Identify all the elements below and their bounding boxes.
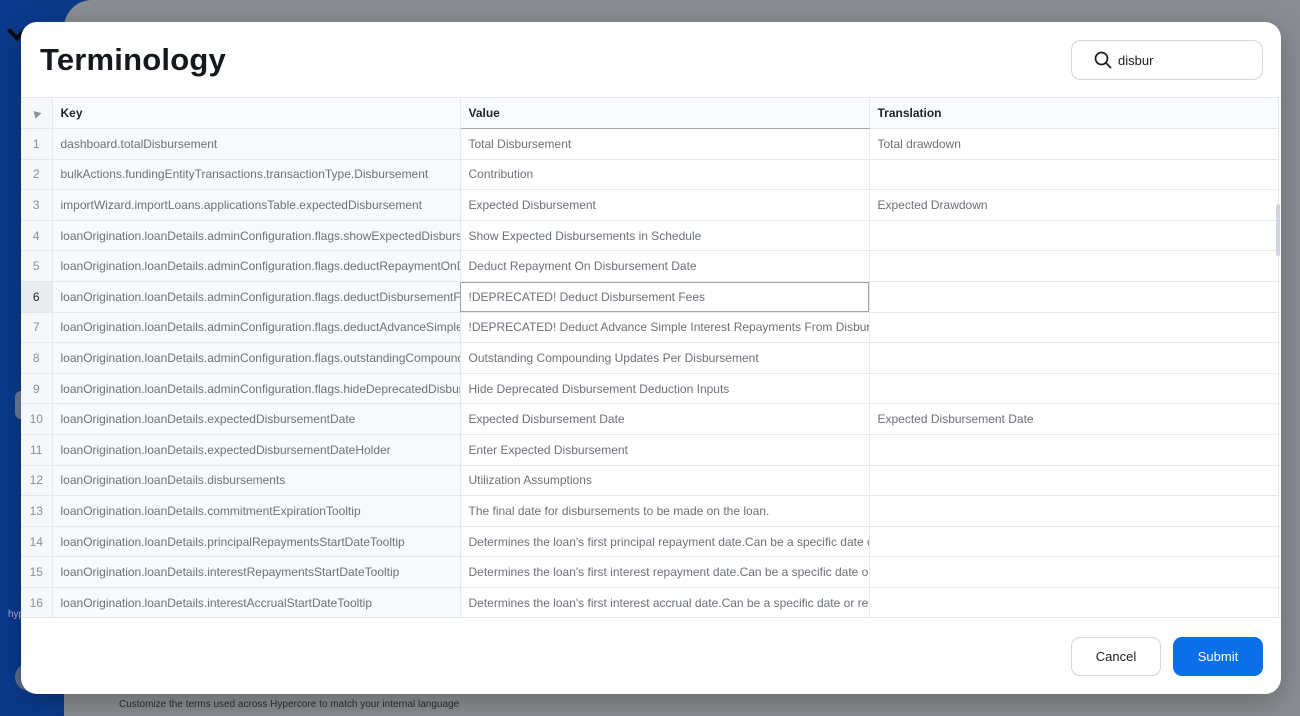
value-cell[interactable]: Show Expected Disbursements in Schedule <box>460 220 870 252</box>
key-cell[interactable]: importWizard.importLoans.applicationsTab… <box>52 189 461 221</box>
table-row[interactable]: 13 loanOrigination.loanDetails.commitment… <box>21 495 1279 527</box>
key-cell[interactable]: loanOrigination.loanDetails.expectedDisb… <box>52 403 461 436</box>
column-header-translation[interactable]: Translation <box>869 98 1279 130</box>
value-cell[interactable]: Determines the loan's first principal re… <box>460 526 870 558</box>
row-number-cell: 8 <box>21 342 53 374</box>
translation-cell[interactable] <box>869 250 1279 283</box>
value-cell[interactable]: Contribution <box>460 159 870 191</box>
search-icon <box>1094 51 1112 69</box>
table-row[interactable]: 6 loanOrigination.loanDetails.adminConfig… <box>21 281 1279 313</box>
translation-cell[interactable] <box>869 556 1279 588</box>
table-row[interactable]: 3 importWizard.importLoans.applicationsTa… <box>21 189 1279 221</box>
row-number-cell: 12 <box>21 465 53 497</box>
value-cell[interactable]: Outstanding Compounding Updates Per Disb… <box>460 342 870 374</box>
translation-cell[interactable]: Total drawdown <box>869 128 1279 160</box>
key-cell[interactable]: loanOrigination.loanDetails.adminConfigu… <box>52 250 461 283</box>
value-cell[interactable]: Determines the loan's first interest rep… <box>460 556 870 588</box>
table-row[interactable]: 4 loanOrigination.loanDetails.adminConfig… <box>21 220 1279 252</box>
key-cell[interactable]: loanOrigination.loanDetails.expectedDisb… <box>52 434 461 466</box>
table-row[interactable]: 1 dashboard.totalDisbursement Total Disbur… <box>21 128 1279 160</box>
translation-cell[interactable] <box>869 159 1279 191</box>
value-cell[interactable]: Total Disbursement <box>460 128 870 160</box>
terminology-table: Key Value Translation 1 dashboard.totalDi… <box>21 98 1279 617</box>
row-number-cell: 5 <box>21 250 53 283</box>
key-cell[interactable]: loanOrigination.loanDetails.interestAccr… <box>52 587 461 617</box>
value-cell[interactable]: Hide Deprecated Disbursement Deduction I… <box>460 373 870 405</box>
translation-cell[interactable] <box>869 220 1279 252</box>
terminology-grid: Key Value Translation 1 dashboard.totalDi… <box>21 97 1281 618</box>
table-row[interactable]: 12 loanOrigination.loanDetails.disburseme… <box>21 465 1279 497</box>
row-number-cell: 6 <box>21 281 53 313</box>
row-number-cell: 11 <box>21 434 53 466</box>
row-number-cell: 15 <box>21 556 53 588</box>
translation-cell[interactable] <box>869 312 1279 344</box>
translation-cell[interactable]: Expected Drawdown <box>869 189 1279 221</box>
row-number-cell: 7 <box>21 312 53 344</box>
translation-cell[interactable] <box>869 434 1279 466</box>
table-row[interactable]: 10 loanOrigination.loanDetails.expectedDi… <box>21 403 1279 436</box>
translation-cell[interactable]: Expected Disbursement Date <box>869 403 1279 436</box>
value-cell[interactable]: !DEPRECATED! Deduct Disbursement Fees <box>460 281 870 313</box>
grid-scrollbar[interactable] <box>1276 204 1280 256</box>
search-input[interactable] <box>1118 52 1258 68</box>
key-cell[interactable]: loanOrigination.loanDetails.adminConfigu… <box>52 312 461 344</box>
translation-cell[interactable] <box>869 587 1279 617</box>
key-cell[interactable]: dashboard.totalDisbursement <box>52 128 461 160</box>
translation-cell[interactable] <box>869 373 1279 405</box>
key-cell[interactable]: loanOrigination.loanDetails.adminConfigu… <box>52 220 461 252</box>
row-number-cell: 9 <box>21 373 53 405</box>
translation-cell[interactable] <box>869 495 1279 527</box>
terminology-modal: Terminology Key Value Translation 1dashb… <box>21 22 1281 694</box>
value-cell[interactable]: Expected Disbursement <box>460 189 870 221</box>
table-row[interactable]: 15 loanOrigination.loanDetails.interestRe… <box>21 556 1279 588</box>
value-cell[interactable]: Utilization Assumptions <box>460 465 870 497</box>
value-cell[interactable]: Deduct Repayment On Disbursement Date <box>460 250 870 283</box>
column-header-value[interactable]: Value <box>460 98 870 130</box>
translation-cell[interactable] <box>869 465 1279 497</box>
value-cell[interactable]: Enter Expected Disbursement <box>460 434 870 466</box>
table-row[interactable]: 2 bulkActions.fundingEntityTransactions.t… <box>21 159 1279 191</box>
table-row[interactable]: 14 loanOrigination.loanDetails.principalR… <box>21 526 1279 558</box>
submit-button[interactable]: Submit <box>1173 637 1263 676</box>
value-cell[interactable]: Determines the loan's first interest acc… <box>460 587 870 617</box>
sort-triangle-icon <box>30 108 42 119</box>
table-header-row: Key Value Translation <box>21 98 1279 130</box>
translation-cell[interactable] <box>869 342 1279 374</box>
cancel-button[interactable]: Cancel <box>1071 637 1161 676</box>
page-description: Customize the terms used across Hypercor… <box>119 699 460 710</box>
row-number-cell: 16 <box>21 587 53 617</box>
row-number-cell: 4 <box>21 220 53 252</box>
key-cell[interactable]: loanOrigination.loanDetails.adminConfigu… <box>52 281 461 313</box>
key-cell[interactable]: loanOrigination.loanDetails.interestRepa… <box>52 556 461 588</box>
search-box[interactable] <box>1071 40 1263 80</box>
column-header-key[interactable]: Key <box>52 98 461 130</box>
value-cell[interactable]: !DEPRECATED! Deduct Advance Simple Inter… <box>460 312 870 344</box>
table-row[interactable]: 16 loanOrigination.loanDetails.interestAc… <box>21 587 1279 617</box>
table-row[interactable]: 9 loanOrigination.loanDetails.adminConfig… <box>21 373 1279 405</box>
key-cell[interactable]: bulkActions.fundingEntityTransactions.tr… <box>52 159 461 191</box>
row-number-cell: 14 <box>21 526 53 558</box>
table-row[interactable]: 11 loanOrigination.loanDetails.expectedDi… <box>21 434 1279 466</box>
row-number-cell: 1 <box>21 128 53 160</box>
key-cell[interactable]: loanOrigination.loanDetails.disbursement… <box>52 465 461 497</box>
table-row[interactable]: 7 loanOrigination.loanDetails.adminConfig… <box>21 312 1279 344</box>
row-number-cell: 3 <box>21 189 53 221</box>
row-number-cell: 2 <box>21 159 53 191</box>
modal-title: Terminology <box>40 42 226 77</box>
sort-corner-button[interactable] <box>21 98 53 130</box>
value-cell[interactable]: Expected Disbursement Date <box>460 403 870 436</box>
key-cell[interactable]: loanOrigination.loanDetails.adminConfigu… <box>52 342 461 374</box>
row-number-cell: 10 <box>21 403 53 436</box>
row-number-cell: 13 <box>21 495 53 527</box>
table-row[interactable]: 5 loanOrigination.loanDetails.adminConfig… <box>21 250 1279 283</box>
table-row[interactable]: 8 loanOrigination.loanDetails.adminConfig… <box>21 342 1279 374</box>
value-cell[interactable]: The final date for disbursements to be m… <box>460 495 870 527</box>
key-cell[interactable]: loanOrigination.loanDetails.commitmentEx… <box>52 495 461 527</box>
translation-cell[interactable] <box>869 526 1279 558</box>
key-cell[interactable]: loanOrigination.loanDetails.principalRep… <box>52 526 461 558</box>
translation-cell[interactable] <box>869 281 1279 313</box>
key-cell[interactable]: loanOrigination.loanDetails.adminConfigu… <box>52 373 461 405</box>
